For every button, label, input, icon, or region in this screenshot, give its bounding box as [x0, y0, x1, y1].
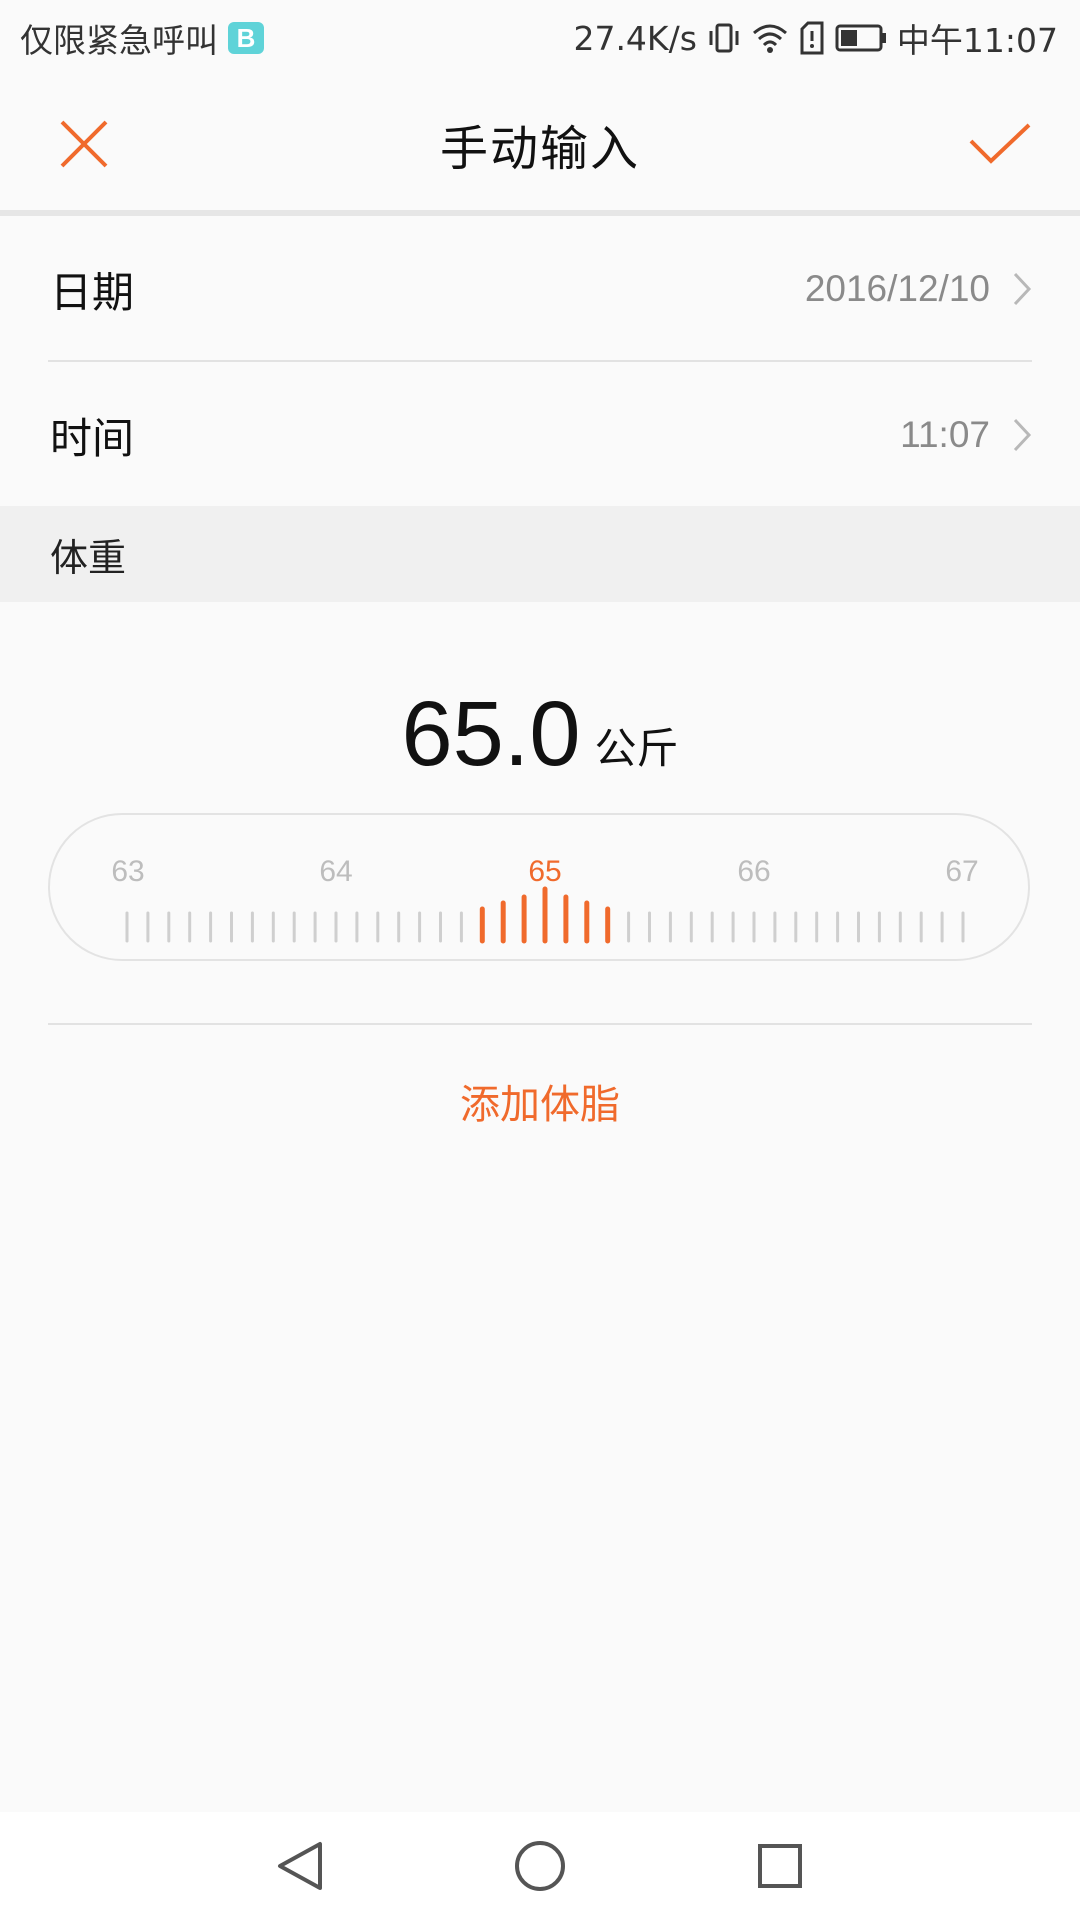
ruler-label: 63: [111, 855, 144, 888]
ruler-label: 67: [945, 855, 978, 888]
carrier-text: 仅限紧急呼叫: [20, 21, 218, 60]
time-value-group: 11:07: [900, 414, 1032, 456]
status-bar-left: 仅限紧急呼叫 B: [20, 14, 264, 62]
weight-section-title: 体重: [50, 535, 127, 580]
close-button[interactable]: [44, 104, 124, 184]
weight-unit: 公斤: [594, 724, 679, 773]
close-icon: [60, 120, 108, 168]
time-value: 11:07: [900, 414, 990, 455]
weight-ruler-picker[interactable]: 63 64 65 66 67: [48, 813, 1030, 961]
date-label: 日期: [50, 267, 135, 317]
back-button[interactable]: [268, 1834, 332, 1898]
home-button[interactable]: [508, 1834, 572, 1898]
time-row[interactable]: 时间 11:07: [0, 362, 1080, 508]
status-bar-right: 27.4K/s 中午11:07: [573, 14, 1058, 62]
network-speed: 27.4K/s: [573, 18, 697, 58]
battery-icon: [835, 23, 887, 53]
weight-section-header: 体重: [0, 506, 1080, 602]
date-row[interactable]: 日期 2016/12/10: [0, 216, 1080, 362]
app-notification-icon: B: [228, 22, 264, 54]
body-divider: [48, 1023, 1032, 1025]
check-icon: [969, 123, 1031, 164]
home-icon: [515, 1841, 565, 1891]
chevron-right-icon: [1013, 418, 1032, 452]
wifi-icon: [751, 21, 789, 55]
weight-display: 65.0 公斤: [0, 670, 1080, 780]
time-label: 时间: [50, 413, 135, 463]
back-icon: [278, 1842, 322, 1890]
sim-alert-icon: [799, 21, 825, 55]
status-bar: 仅限紧急呼叫 B 27.4K/s 中午11:07: [0, 0, 1080, 76]
date-value: 2016/12/10: [804, 268, 990, 309]
recents-button[interactable]: [748, 1834, 812, 1898]
status-time: 中午11:07: [896, 21, 1058, 60]
confirm-button[interactable]: [960, 104, 1040, 184]
ruler-label-selected: 65: [528, 855, 561, 888]
ruler-scale: 63 64 65 66 67: [111, 855, 979, 944]
vibrate-icon: [707, 21, 741, 55]
add-body-fat-button[interactable]: 添加体脂: [0, 1072, 1080, 1130]
recents-icon: [758, 1844, 802, 1888]
app-bar: 手动输入: [0, 76, 1080, 212]
date-value-group: 2016/12/10: [805, 268, 1032, 310]
ruler-label: 66: [737, 855, 770, 888]
weight-value: 65.0: [401, 683, 581, 785]
navigation-bar: [0, 1812, 1080, 1920]
page-title: 手动输入: [439, 121, 640, 177]
ruler-label: 64: [319, 855, 352, 888]
chevron-right-icon: [1013, 272, 1032, 306]
